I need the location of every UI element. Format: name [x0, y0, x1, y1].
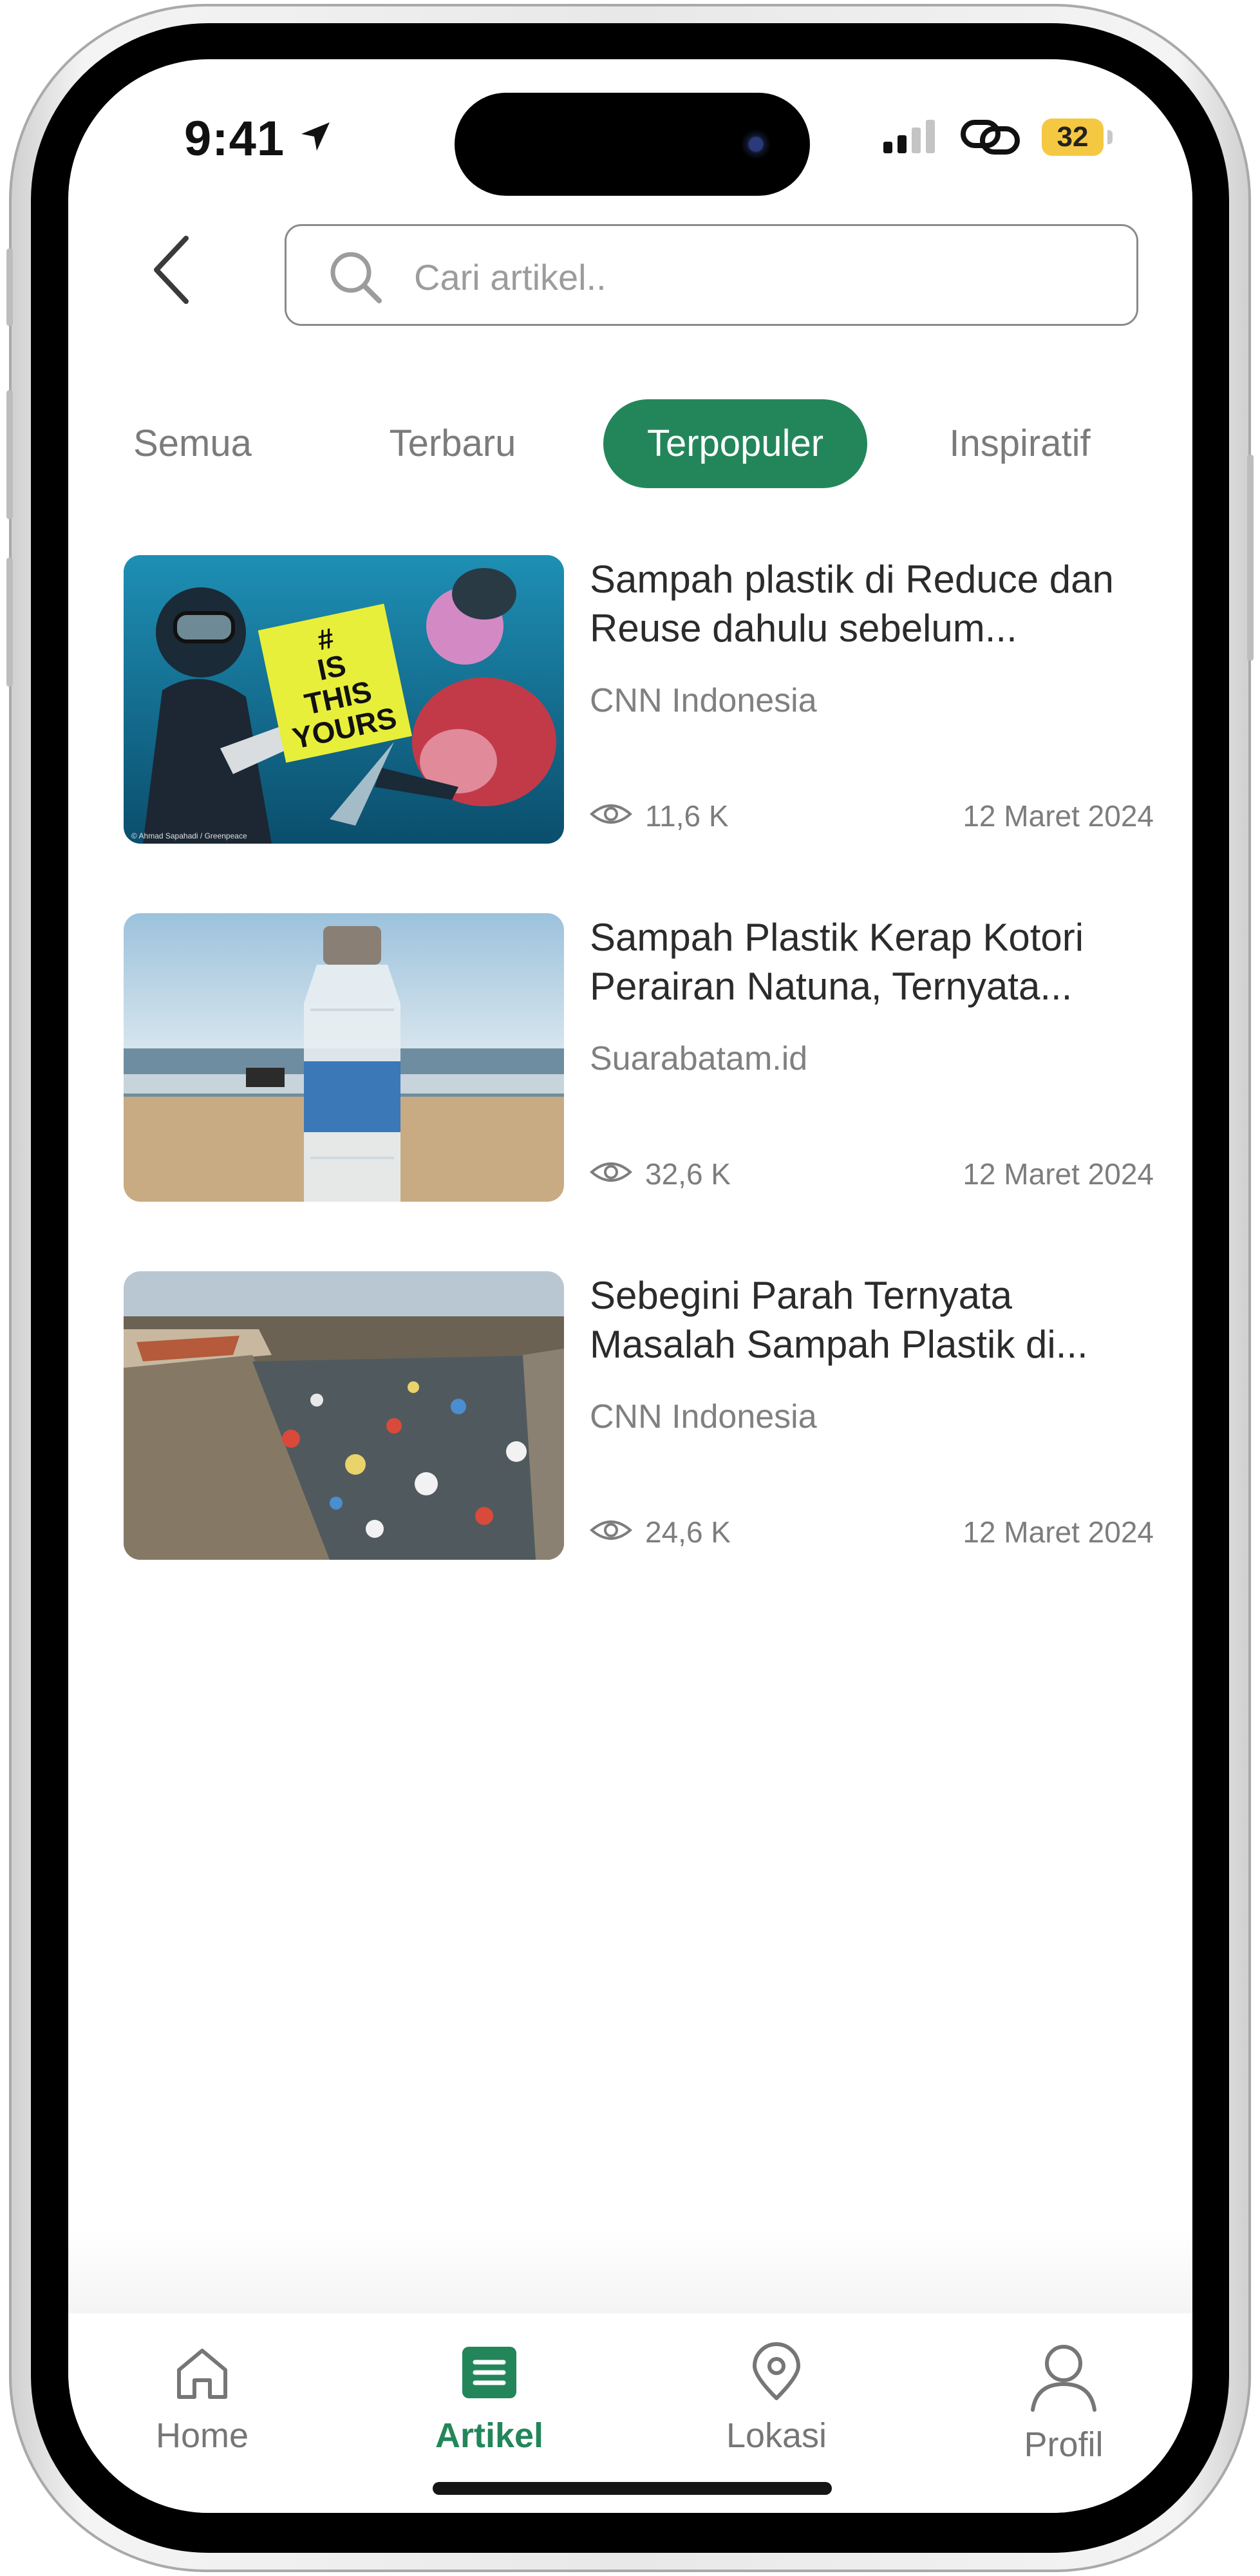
article-date: 12 Maret 2024 — [963, 1515, 1154, 1549]
status-time: 9:41 — [184, 111, 285, 166]
article-source: CNN Indonesia — [590, 682, 817, 719]
battery-tip — [1107, 130, 1113, 144]
article-thumbnail[interactable]: # IS THIS YOURS © Ahmad Sapahadi / Green… — [124, 555, 564, 844]
article-icon — [462, 2347, 516, 2398]
mute-switch — [6, 249, 13, 326]
article-source: CNN Indonesia — [590, 1398, 817, 1435]
article-card[interactable]: # IS THIS YOURS © Ahmad Sapahadi / Green… — [124, 555, 1154, 844]
battery-icon: 32 — [1042, 118, 1104, 156]
article-views: 24,6 K — [645, 1515, 731, 1549]
eye-icon — [590, 1520, 632, 1540]
tab-terpopuler[interactable]: Terpopuler — [603, 399, 867, 488]
article-views: 11,6 K — [645, 799, 729, 833]
chevron-left-icon — [154, 236, 189, 304]
app-screen: 9:41 32 Semua Terbaru Terpopuler Inspira… — [68, 59, 1192, 2513]
signal-icon — [883, 120, 935, 153]
home-icon — [177, 2349, 227, 2399]
article-date: 12 Maret 2024 — [963, 799, 1154, 833]
search-input[interactable] — [413, 245, 1111, 308]
power-button — [1247, 455, 1254, 661]
back-button[interactable] — [139, 228, 203, 312]
article-thumbnail[interactable] — [124, 1271, 564, 1560]
location-arrow-icon — [301, 122, 330, 151]
tab-semua[interactable]: Semua — [112, 399, 273, 488]
nav-profil-label: Profil — [1024, 2425, 1104, 2464]
nav-home-label: Home — [155, 2416, 249, 2455]
home-indicator[interactable] — [433, 2482, 832, 2495]
nav-artikel-label: Artikel — [435, 2416, 544, 2455]
volume-up-button — [6, 390, 13, 519]
article-title[interactable]: Sampah plastik di Reduce dan Reuse dahul… — [590, 555, 1143, 653]
bottle-beach-image — [124, 913, 564, 1202]
article-source: Suarabatam.id — [590, 1040, 808, 1077]
article-card[interactable]: Sampah Plastik Kerap Kotori Perairan Nat… — [124, 913, 1154, 1202]
search-bar[interactable] — [285, 224, 1138, 326]
article-card[interactable]: Sebegini Parah Ternyata Masalah Sampah P… — [124, 1271, 1154, 1560]
image-credit: © Ahmad Sapahadi / Greenpeace — [131, 831, 247, 840]
eye-icon — [590, 804, 632, 824]
tab-inspiratif[interactable]: Inspiratif — [923, 399, 1116, 488]
nav-artikel[interactable]: Artikel — [393, 2342, 586, 2456]
article-title[interactable]: Sampah Plastik Kerap Kotori Perairan Nat… — [590, 913, 1143, 1011]
nav-shadow — [68, 2230, 1192, 2313]
article-title[interactable]: Sebegini Parah Ternyata Masalah Sampah P… — [590, 1271, 1143, 1369]
dynamic-island — [455, 93, 810, 196]
plastic-waste-image — [124, 1271, 564, 1560]
nav-home[interactable]: Home — [106, 2342, 299, 2456]
link-icon — [961, 120, 1020, 155]
front-camera — [740, 129, 771, 160]
search-icon — [330, 252, 382, 303]
article-views: 32,6 K — [645, 1157, 731, 1191]
nav-profil[interactable]: Profil — [967, 2342, 1160, 2465]
profile-icon — [1031, 2345, 1096, 2412]
diver-plastic-image: # IS THIS YOURS © Ahmad Sapahadi / Green… — [124, 555, 564, 844]
article-date: 12 Maret 2024 — [963, 1157, 1154, 1191]
article-thumbnail[interactable] — [124, 913, 564, 1202]
eye-icon — [590, 1162, 632, 1182]
location-pin-icon — [753, 2342, 800, 2400]
volume-down-button — [6, 558, 13, 687]
nav-lokasi[interactable]: Lokasi — [680, 2342, 873, 2456]
nav-lokasi-label: Lokasi — [726, 2416, 827, 2455]
tab-terbaru[interactable]: Terbaru — [359, 399, 546, 488]
